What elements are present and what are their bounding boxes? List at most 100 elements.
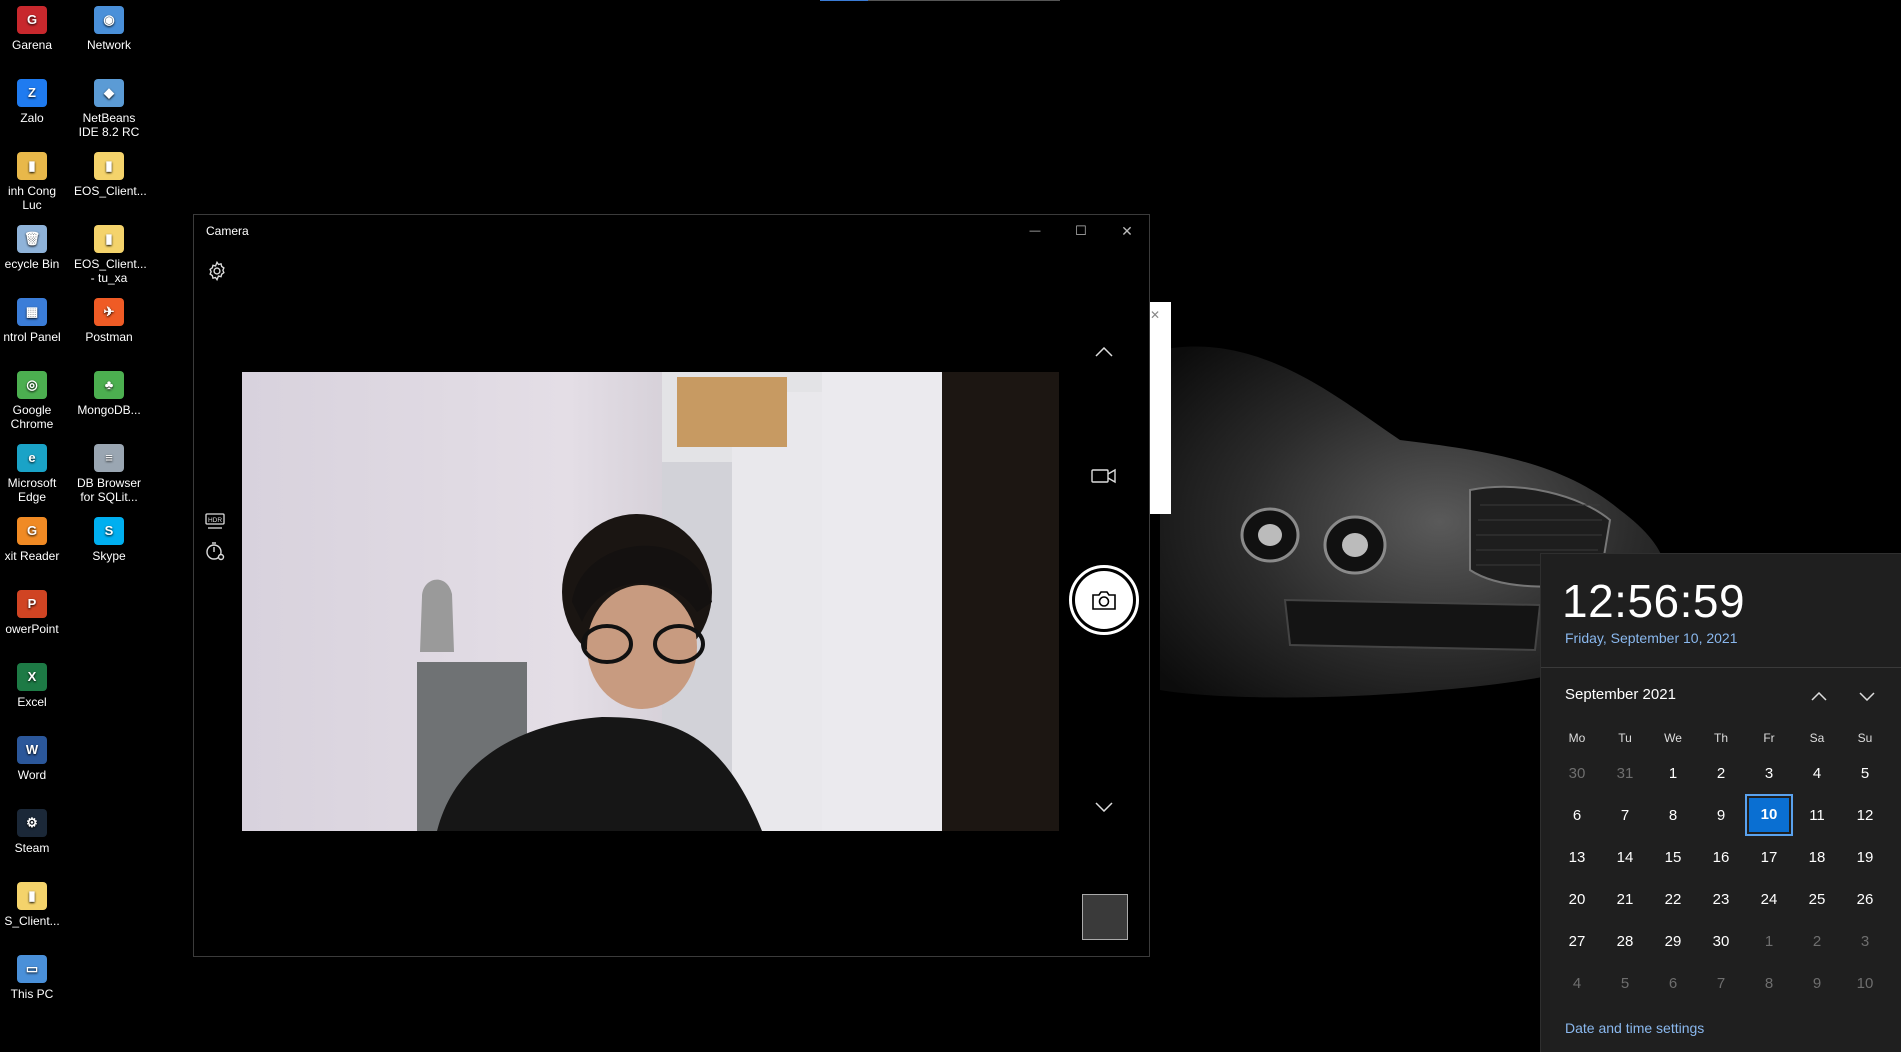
desktop-icon[interactable]: ♣ MongoDB... [74, 371, 144, 417]
last-photo-thumbnail[interactable] [1082, 894, 1128, 940]
calendar-day[interactable]: 7 [1697, 975, 1745, 992]
settings-button[interactable] [206, 260, 232, 286]
calendar-day[interactable]: 29 [1649, 933, 1697, 950]
calendar-day[interactable]: 3 [1841, 933, 1889, 950]
calendar-day[interactable]: 1 [1649, 765, 1697, 782]
calendar-day[interactable]: 17 [1745, 849, 1793, 866]
desktop-icon[interactable]: W Word [0, 736, 67, 782]
calendar-day[interactable]: 2 [1697, 765, 1745, 782]
take-photo-button[interactable] [1069, 565, 1139, 635]
calendar-day-number: 18 [1808, 848, 1826, 866]
minimize-button[interactable]: — [1012, 215, 1058, 247]
calendar-day[interactable]: 27 [1553, 933, 1601, 950]
calendar-day[interactable]: 7 [1601, 807, 1649, 824]
calendar-day[interactable]: 21 [1601, 891, 1649, 908]
calendar-day[interactable]: 24 [1745, 891, 1793, 908]
desktop-icon[interactable]: ▮ EOS_Client... [74, 152, 147, 198]
full-date-link[interactable]: Friday, September 10, 2021 [1565, 630, 1738, 646]
calendar-day[interactable]: 11 [1793, 807, 1841, 824]
calendar-day[interactable]: 20 [1553, 891, 1601, 908]
desktop-icon[interactable]: ▮ inh Cong Luc [0, 152, 67, 212]
calendar-day-number: 20 [1568, 890, 1586, 908]
video-mode-button[interactable] [1089, 461, 1119, 491]
date-time-settings-link[interactable]: Date and time settings [1565, 1020, 1704, 1036]
calendar-day[interactable]: 5 [1601, 975, 1649, 992]
timer-button[interactable] [203, 539, 227, 563]
desktop-icon-label: ntrol Panel [3, 330, 61, 344]
desktop-icon-label: ecycle Bin [4, 257, 60, 271]
calendar-day[interactable]: 6 [1649, 975, 1697, 992]
desktop-icon[interactable]: ◉ Network [74, 6, 144, 52]
calendar-day[interactable]: 1 [1745, 933, 1793, 950]
background-close-icon[interactable]: ✕ [1150, 308, 1160, 322]
maximize-button[interactable]: ☐ [1058, 215, 1104, 247]
calendar-day[interactable]: 30 [1553, 765, 1601, 782]
settings-gear-icon [209, 260, 225, 282]
calendar-day[interactable]: 5 [1841, 765, 1889, 782]
desktop-icon[interactable]: ◎ Google Chrome [0, 371, 67, 431]
calendar-day-number: 5 [1620, 974, 1630, 992]
calendar-week-row: 30 31 1 2 3 4 5 [1553, 752, 1897, 794]
desktop-icon[interactable]: Gxit Reader [0, 517, 67, 563]
desktop-icon[interactable]: ✈ Postman [74, 298, 144, 344]
calendar-grid: Mo Tu We Th Fr Sa Su 30 31 1 2 3 4 5 6 7 8 9 10 11 12 13 14 15 1… [1553, 724, 1897, 1004]
camera-titlebar[interactable]: Camera — ☐ ✕ [194, 215, 1149, 247]
desktop-icon[interactable]: ▮ S_Client... [0, 882, 67, 928]
calendar-day[interactable]: 16 [1697, 849, 1745, 866]
calendar-day-today[interactable]: 10 [1745, 798, 1793, 832]
calendar-day-number: 25 [1808, 890, 1826, 908]
desktop-icon[interactable]: ▭ This PC [0, 955, 67, 1001]
calendar-day[interactable]: 23 [1697, 891, 1745, 908]
desktop-icon[interactable]: PowerPoint [0, 590, 67, 636]
desktop-icon[interactable]: X Excel [0, 663, 67, 709]
calendar-day-number: 4 [1812, 764, 1822, 782]
calendar-day[interactable]: 25 [1793, 891, 1841, 908]
calendar-day[interactable]: 30 [1697, 933, 1745, 950]
calendar-day[interactable]: 22 [1649, 891, 1697, 908]
calendar-day[interactable]: 8 [1649, 807, 1697, 824]
desktop-icon[interactable]: Z Zalo [0, 79, 67, 125]
calendar-day[interactable]: 31 [1601, 765, 1649, 782]
calendar-day[interactable]: 9 [1697, 807, 1745, 824]
scroll-down-button[interactable] [1089, 792, 1119, 822]
calendar-day[interactable]: 4 [1553, 975, 1601, 992]
calendar-day[interactable]: 19 [1841, 849, 1889, 866]
scroll-up-button[interactable] [1089, 337, 1119, 367]
app-icon: P [17, 590, 47, 618]
desktop-icon-label: Network [86, 38, 131, 52]
previous-month-button[interactable] [1805, 684, 1833, 708]
desktop-icon[interactable]: ◆ NetBeans IDE 8.2 RC [74, 79, 144, 139]
calendar-day[interactable]: 18 [1793, 849, 1841, 866]
next-month-button[interactable] [1853, 684, 1881, 708]
calendar-day[interactable]: 4 [1793, 765, 1841, 782]
desktop-icon[interactable]: e Microsoft Edge [0, 444, 67, 504]
desktop-icon[interactable]: ▦ ntrol Panel [0, 298, 67, 344]
desktop-icon[interactable]: ▮ EOS_Client... - tu_xa [74, 225, 147, 285]
calendar-day[interactable]: 12 [1841, 807, 1889, 824]
calendar-day[interactable]: 10 [1841, 975, 1889, 992]
hdr-button[interactable]: HDR [203, 510, 227, 534]
weekday-label: Mo [1568, 731, 1586, 745]
calendar-day-number: 16 [1712, 848, 1730, 866]
calendar-day[interactable]: 13 [1553, 849, 1601, 866]
app-icon: ▮ [94, 225, 124, 253]
calendar-week-row: 4 5 6 7 8 9 10 [1553, 962, 1897, 1004]
calendar-day[interactable]: 15 [1649, 849, 1697, 866]
desktop-icon[interactable]: 🗑 ecycle Bin [0, 225, 67, 271]
calendar-day[interactable]: 28 [1601, 933, 1649, 950]
calendar-day[interactable]: 14 [1601, 849, 1649, 866]
calendar-day[interactable]: 26 [1841, 891, 1889, 908]
weekday-header-row: Mo Tu We Th Fr Sa Su [1553, 724, 1897, 752]
calendar-day[interactable]: 9 [1793, 975, 1841, 992]
weekday-label: Su [1857, 731, 1873, 745]
calendar-day[interactable]: 6 [1553, 807, 1601, 824]
calendar-day[interactable]: 3 [1745, 765, 1793, 782]
desktop-icon[interactable]: ≡ DB Browser for SQLit... [74, 444, 144, 504]
desktop-icon[interactable]: G Garena [0, 6, 67, 52]
close-button[interactable]: ✕ [1104, 215, 1150, 247]
desktop-icon[interactable]: ⚙ Steam [0, 809, 67, 855]
desktop-icon[interactable]: S Skype [74, 517, 144, 563]
calendar-day[interactable]: 2 [1793, 933, 1841, 950]
calendar-month-label[interactable]: September 2021 [1565, 686, 1676, 703]
calendar-day[interactable]: 8 [1745, 975, 1793, 992]
